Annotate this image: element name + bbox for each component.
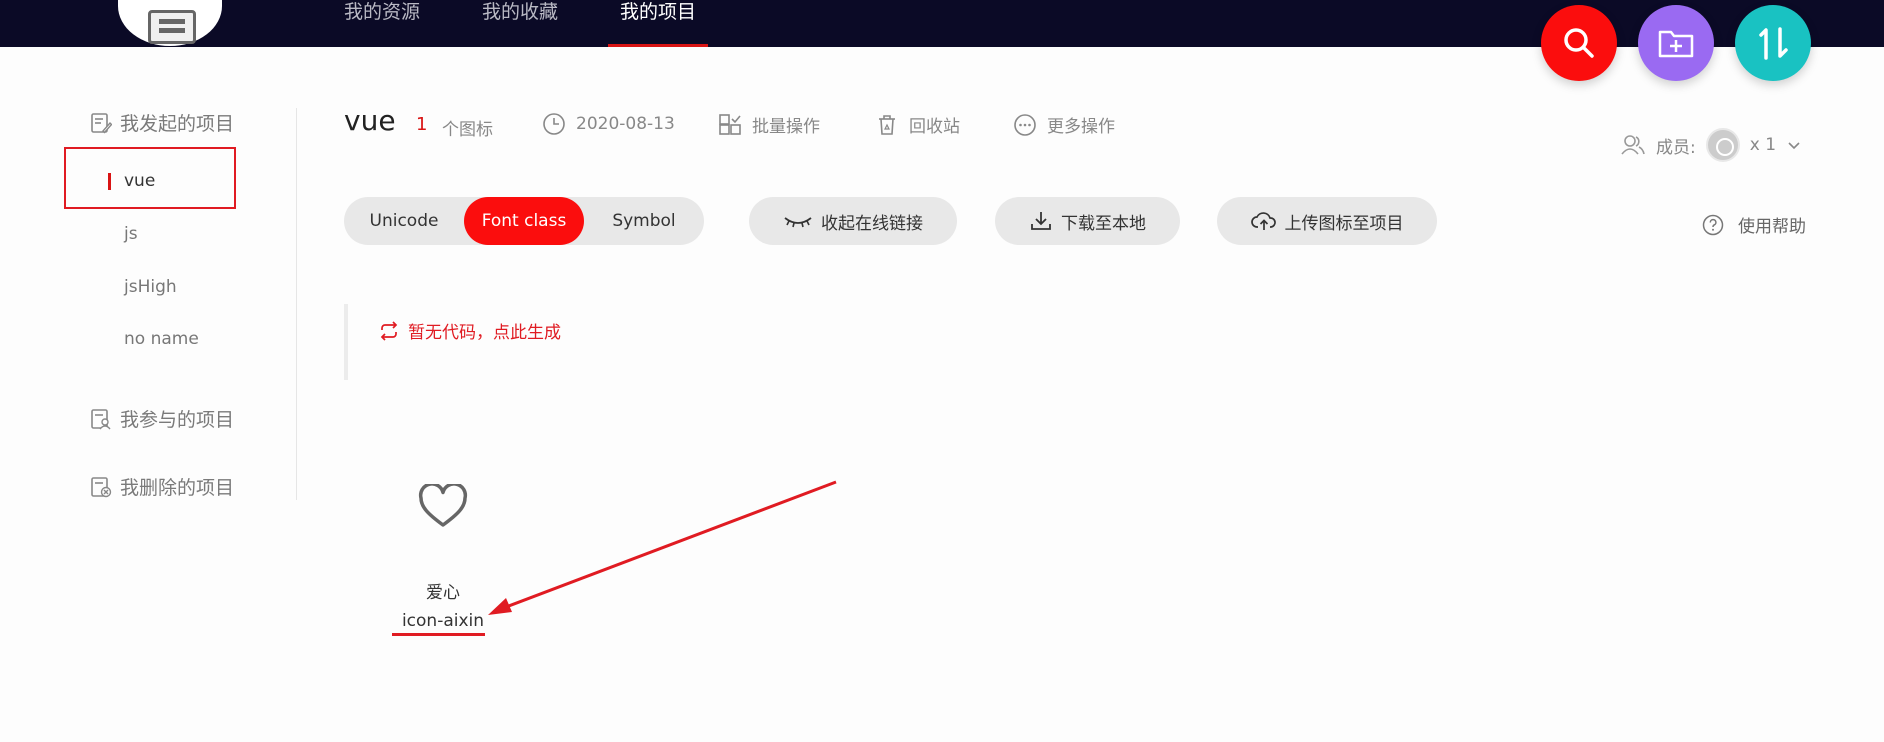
annotation-arrow [488, 480, 837, 615]
